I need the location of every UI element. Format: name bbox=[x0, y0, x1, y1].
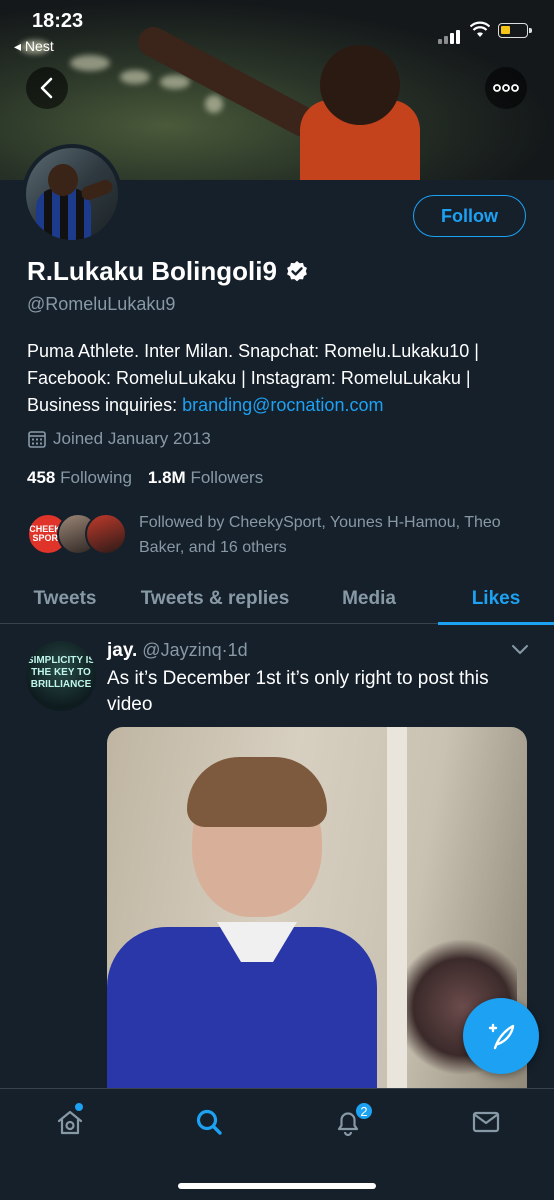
joined-label: Joined January 2013 bbox=[53, 429, 211, 448]
followers-count: 1.8M bbox=[147, 468, 186, 487]
tweet-author-name[interactable]: jay. bbox=[107, 640, 137, 661]
tab-tweets[interactable]: Tweets bbox=[0, 574, 130, 624]
more-options-button[interactable] bbox=[485, 67, 527, 109]
following-label: Following bbox=[60, 468, 132, 487]
tweet-header: jay. @Jayzinq·1d bbox=[107, 640, 248, 662]
verified-badge-icon bbox=[287, 260, 307, 281]
back-to-app-link[interactable]: ◂ Nest bbox=[14, 38, 54, 55]
profile-handle: @RomeluLukaku9 bbox=[27, 294, 176, 314]
profile-avatar[interactable] bbox=[22, 144, 122, 244]
signal-icon bbox=[438, 26, 462, 44]
home-unread-dot bbox=[75, 1103, 83, 1111]
back-button[interactable] bbox=[26, 67, 68, 109]
tweet-age: 1d bbox=[227, 640, 248, 660]
following-count: 458 bbox=[27, 468, 56, 487]
status-bar: 18:23 ◂ Nest bbox=[0, 0, 554, 60]
home-icon[interactable] bbox=[55, 1107, 85, 1137]
following-link[interactable]: 458 Following bbox=[27, 468, 132, 487]
tab-tweets-replies[interactable]: Tweets & replies bbox=[130, 574, 300, 624]
tweet-text: As it’s December 1st it’s only right to … bbox=[107, 668, 489, 715]
profile-bio: Puma Athlete. Inter Milan. Snapchat: Rom… bbox=[27, 338, 532, 419]
calendar-icon bbox=[28, 431, 46, 448]
display-name: R.Lukaku Bolingoli9 bbox=[27, 256, 277, 286]
tweet-author-avatar[interactable]: SIMPLICITY IS THE KEY TO BRILLIANCE bbox=[26, 641, 96, 711]
wifi-icon bbox=[470, 21, 490, 37]
follow-counts: 458 Following 1.8M Followers bbox=[27, 468, 263, 488]
profile-tabs: Tweets Tweets & replies Media Likes bbox=[0, 574, 554, 625]
followed-by-text: Followed by CheekySport, Younes H-Hamou,… bbox=[139, 514, 501, 556]
notifications-badge: 2 bbox=[354, 1101, 374, 1121]
chevron-down-icon[interactable] bbox=[510, 643, 530, 657]
tab-likes[interactable]: Likes bbox=[438, 574, 554, 625]
follow-button[interactable]: Follow bbox=[413, 195, 526, 237]
followers-link[interactable]: 1.8M Followers bbox=[148, 468, 263, 487]
profile-name-row: R.Lukaku Bolingoli9 bbox=[27, 256, 309, 287]
followers-label: Followers bbox=[190, 468, 264, 487]
followed-avatar-theo bbox=[85, 513, 127, 555]
status-time: 18:23 bbox=[32, 10, 84, 32]
search-icon[interactable] bbox=[194, 1107, 224, 1137]
mail-icon[interactable] bbox=[471, 1107, 501, 1137]
tweet-video[interactable] bbox=[107, 727, 527, 1107]
bio-email-link[interactable]: branding@rocnation.com bbox=[182, 395, 383, 415]
chevron-left-icon bbox=[40, 77, 53, 99]
battery-icon bbox=[498, 23, 532, 38]
tab-media[interactable]: Media bbox=[300, 574, 438, 624]
more-icon bbox=[493, 84, 519, 92]
compose-feather-icon bbox=[488, 1023, 515, 1050]
home-indicator[interactable] bbox=[178, 1183, 376, 1189]
joined-date: Joined January 2013 bbox=[27, 429, 211, 449]
compose-tweet-button[interactable] bbox=[463, 998, 539, 1074]
tweet-author-handle: @Jayzinq bbox=[142, 640, 222, 660]
